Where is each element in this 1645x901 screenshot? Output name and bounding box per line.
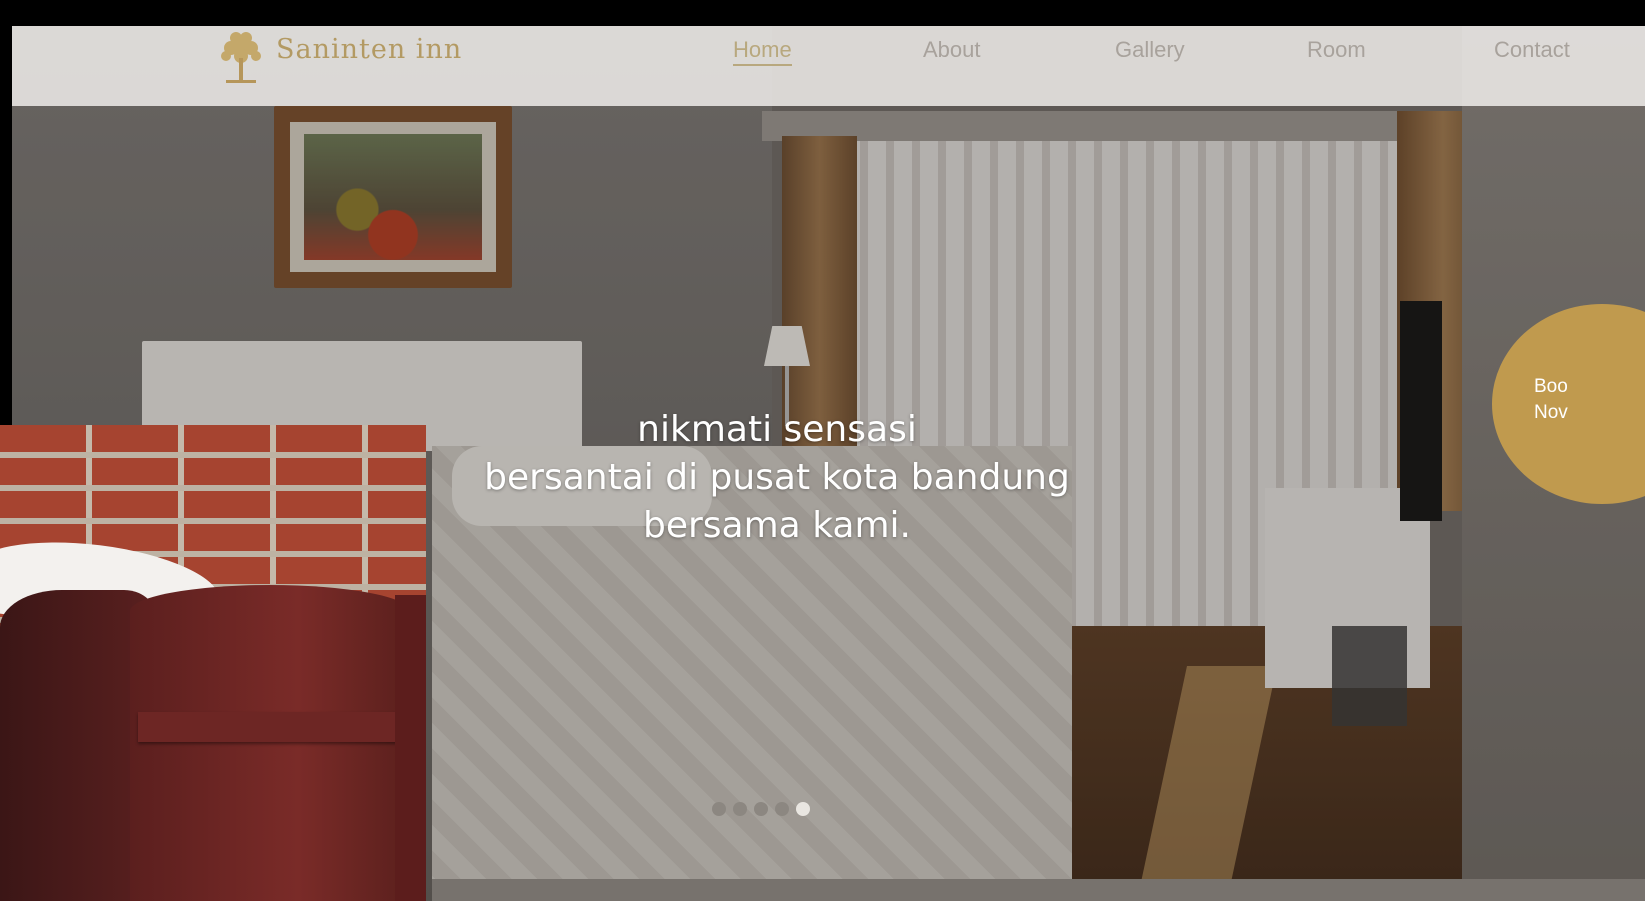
hero-bottom-strip [432,879,1645,901]
book-now-label[interactable]: Boo Nov [1534,374,1594,426]
hero-line-3: bersama kami. [643,505,911,546]
tree-logo-icon [221,32,261,83]
slider-dot-1[interactable] [712,802,726,816]
slider-dots [712,802,810,816]
nav-contact[interactable]: Contact [1494,37,1570,63]
door-right-panel [130,585,410,901]
brand-name: Saninten inn [276,34,463,65]
nav-home[interactable]: Home [733,37,792,66]
slider-dot-5[interactable] [796,802,810,816]
nav-room[interactable]: Room [1307,37,1366,63]
book-now-label-line-2: Nov [1534,402,1568,423]
slider-dot-4[interactable] [775,802,789,816]
hero-tagline: nikmati sensasi bersantai di pusat kota … [467,406,1087,550]
slider-dot-3[interactable] [754,802,768,816]
nav-about[interactable]: About [923,37,981,63]
door-side-post [395,595,426,901]
brick-wall-door-image [0,425,426,901]
door-rail [138,712,408,742]
brand-logo[interactable]: Saninten inn [214,28,474,88]
nav-gallery[interactable]: Gallery [1115,37,1185,63]
book-now-label-line-1: Boo [1534,376,1568,397]
slider-dot-2[interactable] [733,802,747,816]
hero-line-1: nikmati sensasi [637,409,917,450]
hero-line-2: bersantai di pusat kota bandung [484,457,1070,498]
top-navbar: Saninten inn Home About Gallery Room Con… [12,26,1645,106]
